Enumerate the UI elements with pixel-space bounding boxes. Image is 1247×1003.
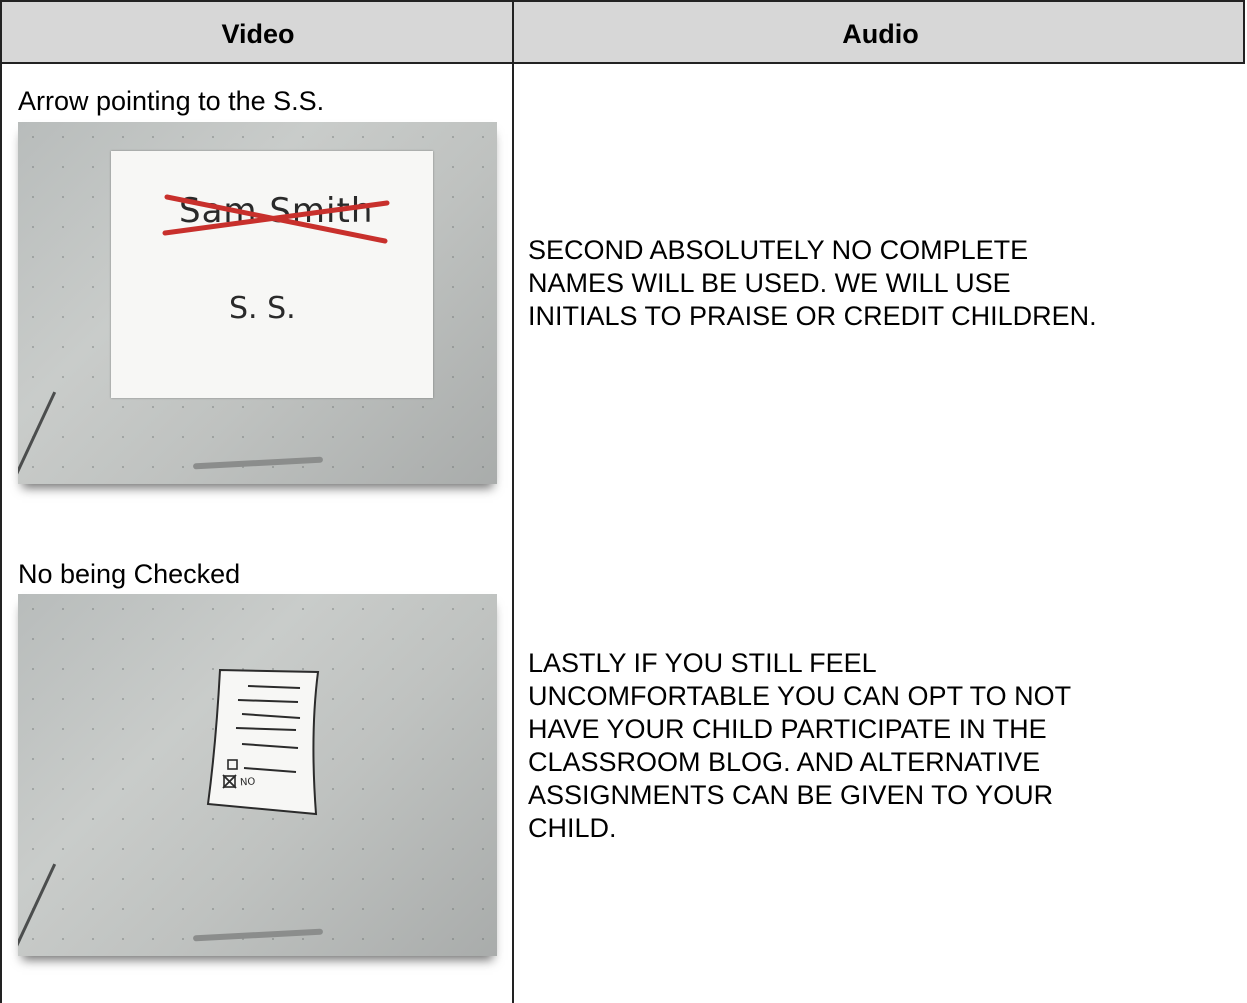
audio-line: CLASSROOM BLOG. AND ALTERNATIVE	[528, 747, 1041, 777]
row-1-audio-text: SECOND ABSOLUTELY NO COMPLETE NAMES WILL…	[528, 234, 1228, 333]
audio-line: ASSIGNMENTS CAN BE GIVEN TO YOUR	[528, 780, 1054, 810]
audio-line: SECOND ABSOLUTELY NO COMPLETE	[528, 235, 1029, 265]
row-2-audio-text: LASTLY IF YOU STILL FEEL UNCOMFORTABLE Y…	[528, 647, 1228, 845]
audio-line: LASTLY IF YOU STILL FEEL	[528, 648, 877, 678]
name-sign-paper: Sam Smith S. S.	[111, 151, 433, 398]
audio-line: INITIALS TO PRAISE OR CREDIT CHILDREN.	[528, 301, 1097, 331]
floor-mark	[192, 928, 324, 942]
floor-edge-shadow	[18, 863, 57, 956]
permission-slip-icon	[206, 668, 320, 816]
audio-line: CHILD.	[528, 813, 617, 843]
audio-column-header: Audio	[842, 19, 919, 49]
checkbox-no-label: NO	[239, 776, 256, 789]
audio-line: HAVE YOUR CHILD PARTICIPATE IN THE	[528, 714, 1047, 744]
red-strike-x-icon	[162, 194, 390, 244]
row-2-video-label: No being Checked	[18, 559, 241, 589]
row-2-video-still: NO	[18, 594, 497, 956]
audio-line: UNCOMFORTABLE YOU CAN OPT TO NOT	[528, 681, 1072, 711]
table-left-border	[0, 0, 2, 1003]
initials-text: S. S.	[229, 291, 296, 326]
audio-line: NAMES WILL BE USED. WE WILL USE	[528, 268, 1011, 298]
floor-edge-shadow	[18, 391, 57, 484]
column-divider	[512, 0, 514, 1003]
row-1-video-label: Arrow pointing to the S.S.	[18, 86, 325, 116]
video-column-header: Video	[221, 19, 295, 49]
table-header-row: Video Audio	[0, 0, 1245, 64]
storyboard-table: Video Audio Arrow pointing to the S.S. S…	[0, 0, 1247, 1003]
floor-mark	[192, 456, 324, 470]
row-1-video-still: Sam Smith S. S.	[18, 122, 497, 484]
